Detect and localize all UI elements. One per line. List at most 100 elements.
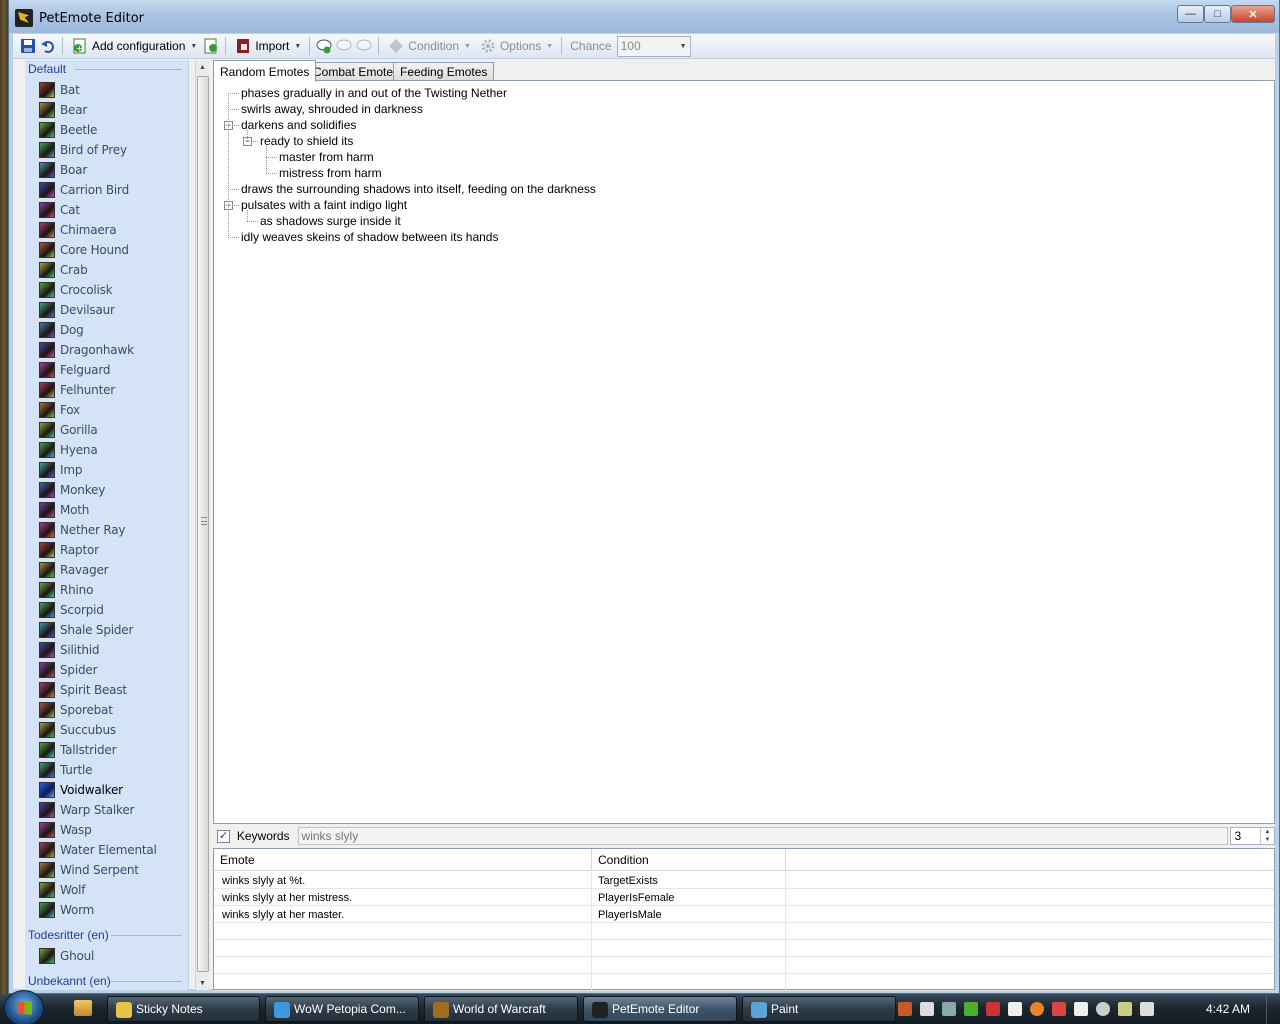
chance-select[interactable]: 100 ▼: [616, 35, 691, 57]
keywords-checkbox[interactable]: ✓: [217, 829, 230, 843]
tab-combat-emotes[interactable]: Combat Emotes: [306, 62, 407, 81]
sidebar-item-imp[interactable]: Imp: [25, 460, 188, 480]
sidebar-item-boar[interactable]: Boar: [25, 160, 188, 180]
sidebar-item-nether-ray[interactable]: Nether Ray: [25, 520, 188, 540]
show-desktop-button[interactable]: [1266, 994, 1280, 1024]
add-emote-icon[interactable]: [315, 37, 333, 55]
sidebar-item-sporebat[interactable]: Sporebat: [25, 700, 188, 720]
tree-node[interactable]: swirls away, shrouded in darkness: [214, 101, 1274, 117]
sidebar-item-carrion-bird[interactable]: Carrion Bird: [25, 180, 188, 200]
condition-button[interactable]: Condition ▼: [384, 36, 474, 56]
sidebar-item-rhino[interactable]: Rhino: [25, 580, 188, 600]
keywords-input[interactable]: winks slyly: [297, 827, 1228, 845]
explorer-icon[interactable]: [74, 1000, 92, 1016]
sidebar-item-crocolisk[interactable]: Crocolisk: [25, 280, 188, 300]
condition-cell[interactable]: PlayerIsFemale: [592, 889, 786, 906]
sidebar-item-chimaera[interactable]: Chimaera: [25, 220, 188, 240]
taskbar-button-sticky-notes[interactable]: Sticky Notes: [107, 996, 260, 1022]
title-bar[interactable]: PetEmote Editor — □ ✕: [9, 0, 1279, 33]
sidebar-item-tallstrider[interactable]: Tallstrider: [25, 740, 188, 760]
tree-node[interactable]: −pulsates with a faint indigo light: [214, 197, 1274, 213]
condition-cell[interactable]: PlayerIsMale: [592, 906, 786, 923]
taskbar-button-paint[interactable]: Paint: [742, 996, 896, 1022]
table-row[interactable]: [214, 957, 1274, 974]
tab-random-emotes[interactable]: Random Emotes: [213, 60, 317, 82]
emote-tree[interactable]: phases gradually in and out of the Twist…: [213, 80, 1275, 824]
sidebar-item-dog[interactable]: Dog: [25, 320, 188, 340]
taskbar-button-world-of-warcraft[interactable]: World of Warcraft: [424, 996, 578, 1022]
sidebar-item-fox[interactable]: Fox: [25, 400, 188, 420]
sidebar-item-spirit-beast[interactable]: Spirit Beast: [25, 680, 188, 700]
tray-app-icon[interactable]: [1008, 1002, 1022, 1016]
sidebar-item-crab[interactable]: Crab: [25, 260, 188, 280]
table-row[interactable]: [214, 974, 1274, 991]
tray-app-icon[interactable]: [1118, 1002, 1132, 1016]
sidebar-item-gorilla[interactable]: Gorilla: [25, 420, 188, 440]
tray-app-icon[interactable]: [1074, 1002, 1088, 1016]
tree-node[interactable]: master from harm: [214, 149, 1274, 165]
scroll-down-arrow[interactable]: ▼: [196, 976, 209, 990]
scroll-up-arrow[interactable]: ▲: [196, 60, 209, 74]
emote-cell[interactable]: winks slyly at her mistress.: [214, 889, 592, 906]
tray-app-icon[interactable]: [920, 1002, 934, 1016]
tree-node[interactable]: idly weaves skeins of shadow between its…: [214, 229, 1274, 245]
sidebar-item-wolf[interactable]: Wolf: [25, 880, 188, 900]
empty-cell[interactable]: [214, 923, 592, 940]
sidebar-item-silithid[interactable]: Silithid: [25, 640, 188, 660]
sidebar-item-water-elemental[interactable]: Water Elemental: [25, 840, 188, 860]
sidebar-group-header[interactable]: Default: [25, 60, 188, 78]
tree-node[interactable]: draws the surrounding shadows into itsel…: [214, 181, 1274, 197]
sidebar-item-dragonhawk[interactable]: Dragonhawk: [25, 340, 188, 360]
sidebar-item-bird-of-prey[interactable]: Bird of Prey: [25, 140, 188, 160]
sidebar-item-warp-stalker[interactable]: Warp Stalker: [25, 800, 188, 820]
table-row[interactable]: winks slyly at %t. TargetExists: [214, 872, 1274, 889]
table-row[interactable]: winks slyly at her master. PlayerIsMale: [214, 906, 1274, 923]
sidebar-item-ravager[interactable]: Ravager: [25, 560, 188, 580]
empty-cell[interactable]: [214, 957, 592, 974]
sidebar-group-header[interactable]: Unbekannt (en): [25, 972, 188, 990]
tray-app-icon[interactable]: [942, 1002, 956, 1016]
keywords-count-stepper[interactable]: 3 ▲ ▼: [1229, 827, 1275, 845]
taskbar-button-petemote-editor[interactable]: PetEmote Editor: [583, 996, 737, 1022]
sidebar-item-succubus[interactable]: Succubus: [25, 720, 188, 740]
tree-node[interactable]: − ready to shield its: [214, 133, 1274, 149]
close-button[interactable]: ✕: [1231, 5, 1275, 23]
sidebar-item-turtle[interactable]: Turtle: [25, 760, 188, 780]
condition-cell[interactable]: TargetExists: [592, 872, 786, 889]
tree-node[interactable]: as shadows surge inside it: [214, 213, 1274, 229]
sidebar-item-worm[interactable]: Worm: [25, 900, 188, 920]
app-icon[interactable]: [15, 9, 33, 27]
emote-cell[interactable]: winks slyly at %t.: [214, 872, 592, 889]
add-configuration-button[interactable]: + Add configuration ▼: [68, 36, 200, 56]
taskbar-button-wow-petopia-com[interactable]: WoW Petopia Com...: [265, 996, 419, 1022]
column-header-emote[interactable]: Emote: [214, 849, 592, 871]
empty-cell[interactable]: [214, 974, 592, 991]
empty-cell[interactable]: [592, 940, 786, 957]
sidebar-item-scorpid[interactable]: Scorpid: [25, 600, 188, 620]
tray-app-icon[interactable]: [964, 1002, 978, 1016]
minimize-button[interactable]: —: [1177, 5, 1204, 23]
pet-list-scrollbar[interactable]: ▲ ▼: [195, 60, 209, 990]
column-header-condition[interactable]: Condition: [592, 849, 786, 871]
table-row[interactable]: winks slyly at her mistress. PlayerIsFema…: [214, 889, 1274, 906]
import-button[interactable]: Import ▼: [231, 36, 304, 56]
sidebar-item-moth[interactable]: Moth: [25, 500, 188, 520]
sidebar-item-shale-spider[interactable]: Shale Spider: [25, 620, 188, 640]
sidebar-item-core-hound[interactable]: Core Hound: [25, 240, 188, 260]
options-button[interactable]: Options ▼: [476, 36, 556, 56]
tree-node[interactable]: phases gradually in and out of the Twist…: [214, 85, 1274, 101]
sidebar-item-felguard[interactable]: Felguard: [25, 360, 188, 380]
table-row[interactable]: [214, 923, 1274, 940]
scroll-thumb[interactable]: [197, 76, 209, 972]
start-button[interactable]: [4, 990, 44, 1024]
tab-feeding-emotes[interactable]: Feeding Emotes: [393, 62, 495, 81]
sidebar-item-devilsaur[interactable]: Devilsaur: [25, 300, 188, 320]
sidebar-item-voidwalker[interactable]: Voidwalker: [25, 780, 188, 800]
sidebar-item-hyena[interactable]: Hyena: [25, 440, 188, 460]
sidebar-item-wind-serpent[interactable]: Wind Serpent: [25, 860, 188, 880]
tray-app-icon[interactable]: [1096, 1002, 1110, 1016]
save-icon[interactable]: [19, 37, 37, 55]
sidebar-item-wasp[interactable]: Wasp: [25, 820, 188, 840]
empty-cell[interactable]: [214, 940, 592, 957]
sidebar-item-beetle[interactable]: Beetle: [25, 120, 188, 140]
